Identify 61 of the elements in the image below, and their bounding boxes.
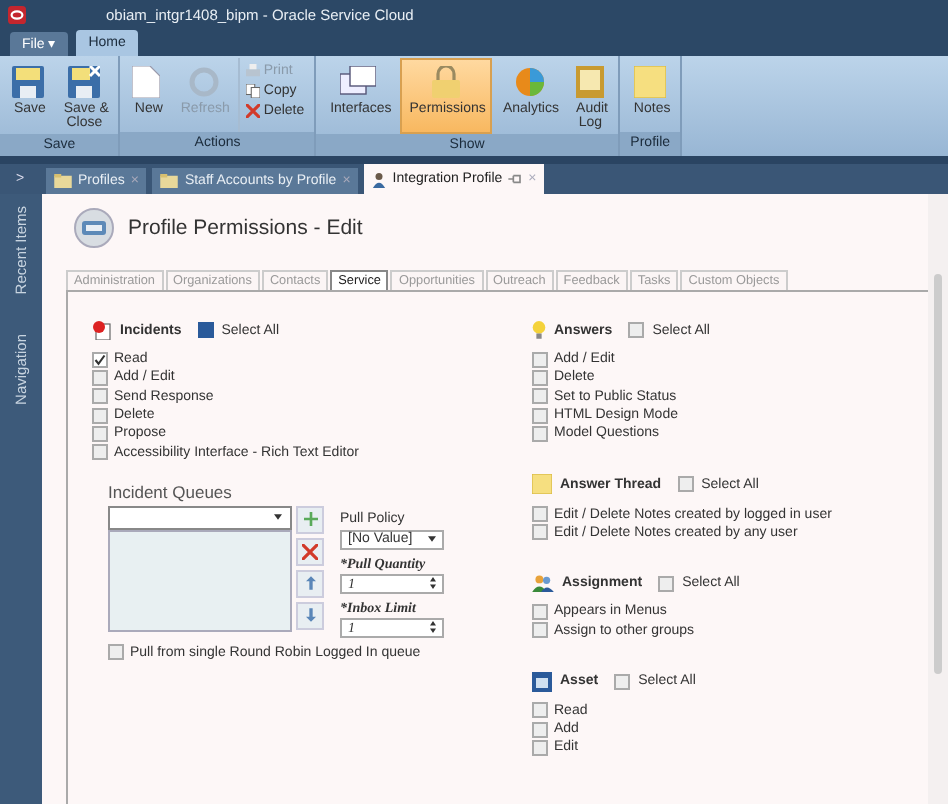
refresh-icon <box>187 66 220 98</box>
windows-icon <box>340 66 377 98</box>
folder-icon <box>160 174 179 188</box>
padlock-icon <box>431 66 460 98</box>
checkbox[interactable] <box>677 476 694 493</box>
checkbox[interactable] <box>92 351 108 368</box>
chart-ball-icon <box>513 66 546 98</box>
add-button[interactable] <box>296 505 324 534</box>
checkbox[interactable] <box>532 425 548 442</box>
asset-icon <box>532 671 552 692</box>
checkbox[interactable] <box>197 322 214 338</box>
checkbox[interactable] <box>532 506 548 523</box>
checkbox[interactable] <box>108 644 124 661</box>
checkbox[interactable] <box>92 425 108 442</box>
incident-icon <box>92 320 112 340</box>
people-icon <box>532 574 554 593</box>
printer-icon <box>245 64 260 78</box>
checkbox[interactable] <box>532 739 548 756</box>
checkbox[interactable] <box>92 407 108 424</box>
person-icon <box>372 171 387 187</box>
profile-icon <box>74 208 114 248</box>
down-arrow-icon <box>305 608 315 623</box>
checkbox[interactable] <box>532 524 548 541</box>
checkbox[interactable] <box>532 721 548 738</box>
checkbox[interactable] <box>532 388 548 405</box>
queues-label: Incident Queues <box>108 481 232 502</box>
copy-icon <box>245 84 260 98</box>
log-book-icon <box>576 66 605 98</box>
checkbox[interactable] <box>658 575 675 592</box>
checkbox[interactable] <box>532 622 548 639</box>
move-up-button[interactable] <box>296 569 324 598</box>
move-down-button[interactable] <box>296 601 324 630</box>
pin-icon <box>508 174 523 184</box>
checkbox[interactable] <box>532 603 548 620</box>
remove-button[interactable] <box>296 537 324 566</box>
checkbox[interactable] <box>532 407 548 424</box>
checkbox[interactable] <box>532 702 548 719</box>
spinner-arrows-icon <box>430 576 436 591</box>
lightbulb-icon <box>532 320 546 340</box>
checkbox[interactable] <box>92 444 108 461</box>
queue-list[interactable] <box>108 529 292 632</box>
dropdown-arrow-icon <box>274 514 282 521</box>
checkbox[interactable] <box>628 322 645 338</box>
delete-icon <box>245 104 260 118</box>
plus-icon <box>303 512 317 527</box>
dropdown-arrow-icon <box>428 536 436 543</box>
page-title: Profile Permissions - Edit <box>128 216 363 240</box>
spinner-arrows-icon <box>430 620 436 635</box>
close-icon <box>302 543 318 560</box>
checkbox[interactable] <box>92 369 108 386</box>
checkbox[interactable] <box>614 673 631 690</box>
note-icon <box>532 474 552 495</box>
checkbox[interactable] <box>532 369 548 386</box>
checkbox[interactable] <box>532 351 548 368</box>
app-logo-icon <box>8 6 26 24</box>
document-icon <box>132 66 161 98</box>
up-arrow-icon <box>305 576 315 591</box>
sticky-note-icon <box>634 66 667 98</box>
queue-dropdown[interactable] <box>108 505 292 530</box>
checkbox[interactable] <box>92 388 108 405</box>
folder-icon <box>54 174 72 188</box>
